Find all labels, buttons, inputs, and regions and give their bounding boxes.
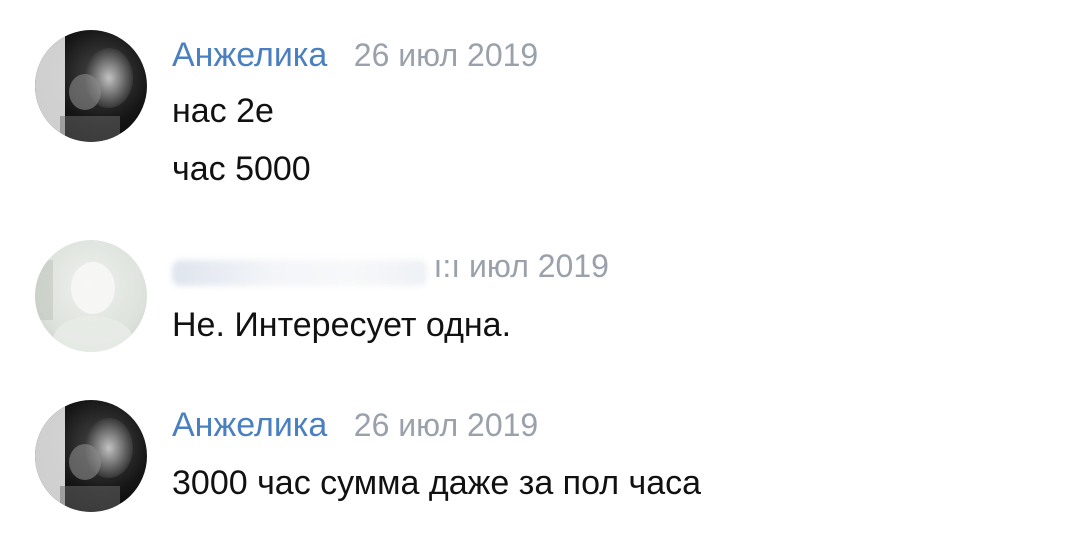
message-text: 3000 час сумма даже за пол часа <box>172 464 702 502</box>
author-name[interactable]: Анжелика <box>172 36 327 74</box>
avatar-photo-icon <box>35 400 147 512</box>
avatar[interactable] <box>35 240 147 352</box>
message-item: Анжелика 26 июл 2019 3000 час сумма даже… <box>0 390 1076 534</box>
avatar-photo-icon <box>35 30 147 142</box>
message-text: час 5000 <box>172 150 311 188</box>
message-date: ı:ı июл 2019 <box>433 248 609 284</box>
message-date: 26 июл 2019 <box>353 407 539 443</box>
author-name[interactable] <box>172 259 427 286</box>
message-text: Не. Интересует одна. <box>172 306 512 344</box>
avatar[interactable] <box>35 400 147 512</box>
avatar[interactable] <box>35 30 147 142</box>
avatar-photo-icon <box>35 240 147 352</box>
message-text: нас 2е <box>172 92 274 130</box>
author-name[interactable]: Анжелика <box>172 406 327 444</box>
message-date: 26 июл 2019 <box>353 37 539 73</box>
message-item: Анжелика 26 июл 2019 нас 2е час 5000 <box>0 0 1076 200</box>
message-item: ı:ı июл 2019 Не. Интересует одна. <box>0 220 1076 370</box>
